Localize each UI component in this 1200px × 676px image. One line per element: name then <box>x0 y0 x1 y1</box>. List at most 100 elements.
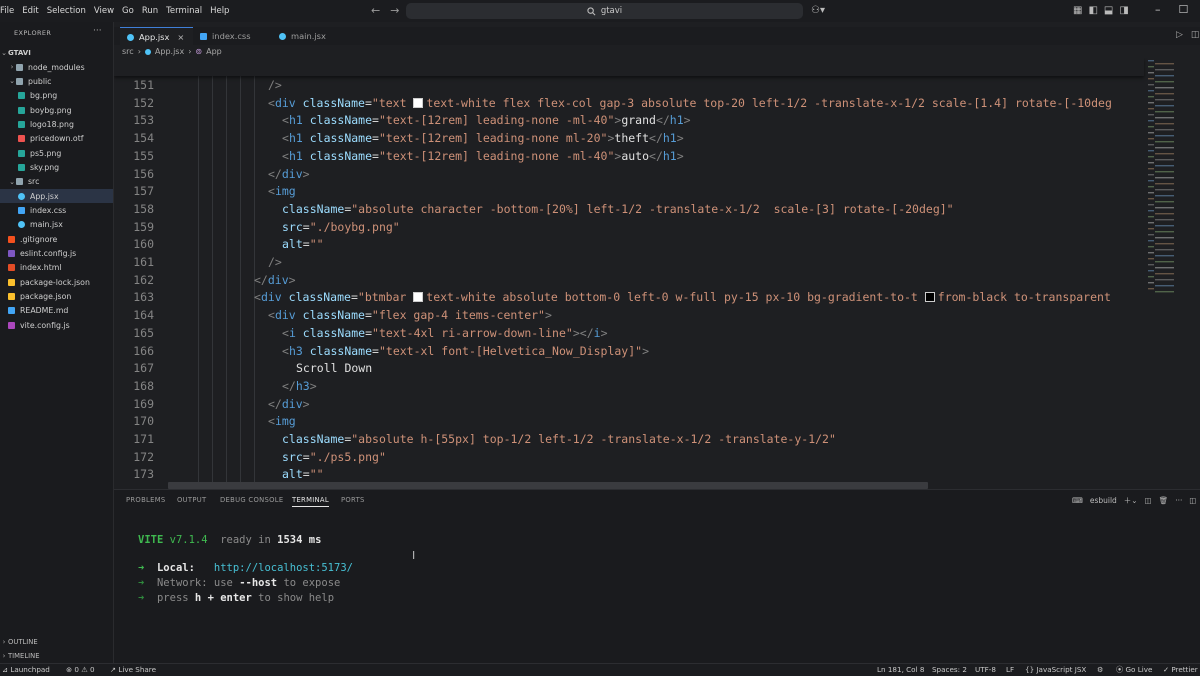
code-line[interactable]: 168 </h3> <box>114 377 1144 395</box>
code-line[interactable]: 165 <i className="text-4xl ri-arrow-down-… <box>114 324 1144 342</box>
launchpad-item[interactable]: ⊿ Launchpad <box>2 665 50 674</box>
tree-file[interactable]: bg.png <box>0 89 113 103</box>
tree-folder[interactable]: ⌄ src <box>0 175 113 189</box>
tree-file[interactable]: package-lock.json <box>0 275 113 289</box>
tree-file[interactable]: README.md <box>0 304 113 318</box>
code-line[interactable]: 161 /> <box>114 253 1144 271</box>
copilot-icon[interactable]: ⚇▾ <box>811 5 825 16</box>
code-line[interactable]: 162 </div> <box>114 271 1144 289</box>
feedback-icon[interactable]: ⚙ <box>1097 665 1103 674</box>
local-url-link[interactable]: http://localhost:5173/ <box>214 562 353 574</box>
panel-tab-ports[interactable]: PORTS <box>341 496 365 504</box>
indentation[interactable]: Spaces: 2 <box>932 665 967 674</box>
code-line[interactable]: 159 src="./boybg.png" <box>114 218 1144 236</box>
code-line[interactable]: 151 /> <box>114 76 1144 94</box>
code-line[interactable]: 157 <img <box>114 182 1144 200</box>
tab-index-css[interactable]: index.css <box>200 27 270 45</box>
minimap[interactable] <box>1146 58 1186 298</box>
tree-file[interactable]: vite.config.js <box>0 318 113 332</box>
tree-file[interactable]: ps5.png <box>0 146 113 160</box>
more-actions-icon[interactable]: ··· <box>93 26 102 36</box>
breadcrumb-symbol[interactable]: App <box>206 47 222 56</box>
prettier-item[interactable]: ✓ Prettier <box>1163 665 1198 674</box>
toggle-sidebar-icon[interactable]: ◧ <box>1088 5 1097 16</box>
split-editor-icon[interactable]: ◫ <box>1191 30 1200 40</box>
color-swatch[interactable] <box>413 292 424 303</box>
language-mode[interactable]: {} JavaScript JSX <box>1025 665 1086 674</box>
new-terminal-icon[interactable]: ＋⌄ <box>1124 495 1138 506</box>
run-icon[interactable]: ▷ <box>1176 30 1183 40</box>
back-arrow-icon[interactable]: ← <box>371 4 380 17</box>
color-swatch[interactable] <box>413 97 424 108</box>
code-line[interactable]: 158 className="absolute character -bottom… <box>114 200 1144 218</box>
menu-selection[interactable]: Selection <box>47 6 86 16</box>
toggle-panel-icon[interactable]: ⬓ <box>1104 5 1113 16</box>
tab-main-jsx[interactable]: main.jsx <box>279 27 349 45</box>
code-line[interactable]: 172 src="./ps5.png" <box>114 448 1144 466</box>
panel-tab-problems[interactable]: PROBLEMS <box>126 496 166 504</box>
menu-run[interactable]: Run <box>142 6 158 16</box>
tree-file[interactable]: boybg.png <box>0 103 113 117</box>
code-line[interactable]: 173 alt="" <box>114 465 1144 483</box>
menu-view[interactable]: View <box>94 6 114 16</box>
panel-tab-debug-console[interactable]: DEBUG CONSOLE <box>220 496 283 504</box>
code-line[interactable]: 166 <h3 className="text-xl font-[Helvetic… <box>114 342 1144 360</box>
menu-terminal[interactable]: Terminal <box>166 6 202 16</box>
workspace-root[interactable]: ⌄ GTAVI <box>0 46 113 60</box>
tree-folder[interactable]: ⌄ public <box>0 74 113 88</box>
terminal-name[interactable]: esbuild <box>1090 496 1117 505</box>
menu-edit[interactable]: Edit <box>22 6 38 16</box>
tree-folder[interactable]: › node_modules <box>0 60 113 74</box>
code-line[interactable]: 154 <h1 className="text-[12rem] leading-n… <box>114 129 1144 147</box>
tree-file[interactable]: logo18.png <box>0 117 113 131</box>
problems-status[interactable]: ⊗ 0 ⚠ 0 <box>66 665 95 674</box>
tree-file[interactable]: pricedown.otf <box>0 132 113 146</box>
tree-file[interactable]: index.css <box>0 204 113 218</box>
go-live-item[interactable]: ⦿ Go Live <box>1116 665 1152 675</box>
code-line[interactable]: 153 <h1 className="text-[12rem] leading-n… <box>114 111 1144 129</box>
toggle-secondary-sidebar-icon[interactable]: ◨ <box>1119 5 1128 16</box>
encoding[interactable]: UTF-8 <box>975 665 996 674</box>
code-line[interactable]: 169 </div> <box>114 395 1144 413</box>
menu-help[interactable]: Help <box>210 6 229 16</box>
code-line[interactable]: 163 <div className="btmbar text-white abs… <box>114 288 1144 306</box>
live-share-item[interactable]: ↗ Live Share <box>110 665 156 674</box>
panel-tab-output[interactable]: OUTPUT <box>177 496 207 504</box>
breadcrumb-file[interactable]: App.jsx <box>155 47 184 56</box>
tab-app-jsx[interactable]: App.jsx × <box>120 27 193 46</box>
end-of-line[interactable]: LF <box>1006 665 1014 674</box>
minimize-icon[interactable]: – <box>1155 3 1161 16</box>
menu-go[interactable]: Go <box>122 6 134 16</box>
horizontal-scrollbar[interactable] <box>168 482 928 489</box>
close-icon[interactable]: × <box>177 32 184 42</box>
forward-arrow-icon[interactable]: → <box>390 4 399 17</box>
code-line[interactable]: 164 <div className="flex gap-4 items-cent… <box>114 306 1144 324</box>
trash-icon[interactable]: 🗑 <box>1159 496 1169 505</box>
code-line[interactable]: 155 <h1 className="text-[12rem] leading-n… <box>114 147 1144 165</box>
tree-file[interactable]: .gitignore <box>0 232 113 246</box>
code-line[interactable]: 160 alt="" <box>114 235 1144 253</box>
breadcrumb-folder[interactable]: src <box>122 47 134 56</box>
tree-file[interactable]: sky.png <box>0 160 113 174</box>
code-line[interactable]: 152 <div className="text text-white flex … <box>114 94 1144 112</box>
menu-file[interactable]: File <box>0 6 14 16</box>
cursor-position[interactable]: Ln 181, Col 8 <box>877 665 924 674</box>
code-line[interactable]: 170 <img <box>114 412 1144 430</box>
timeline-section[interactable]: › TIMELINE <box>0 649 113 663</box>
code-line[interactable]: 171 className="absolute h-[55px] top-1/2 … <box>114 430 1144 448</box>
more-actions-icon[interactable]: ··· <box>1175 496 1182 505</box>
customize-layout-icon[interactable]: ▦ <box>1073 5 1082 16</box>
color-swatch[interactable] <box>924 292 935 303</box>
toggle-panel-icon[interactable]: ◫ <box>1189 496 1196 505</box>
maximize-icon[interactable]: ☐ <box>1179 3 1189 16</box>
tree-file[interactable]: eslint.config.js <box>0 247 113 261</box>
tree-file[interactable]: index.html <box>0 261 113 275</box>
tree-file[interactable]: package.json <box>0 290 113 304</box>
tree-file[interactable]: main.jsx <box>0 218 113 232</box>
sticky-scroll-line[interactable]: 6 function App() { <box>114 58 1144 76</box>
code-editor[interactable]: 6 function App() { 151/>152<div classNam… <box>114 58 1200 488</box>
split-terminal-icon[interactable]: ◫ <box>1145 496 1152 505</box>
code-line[interactable]: 156 </div> <box>114 165 1144 183</box>
code-line[interactable]: 167 Scroll Down <box>114 359 1144 377</box>
command-center-search[interactable]: gtavi <box>406 3 803 19</box>
